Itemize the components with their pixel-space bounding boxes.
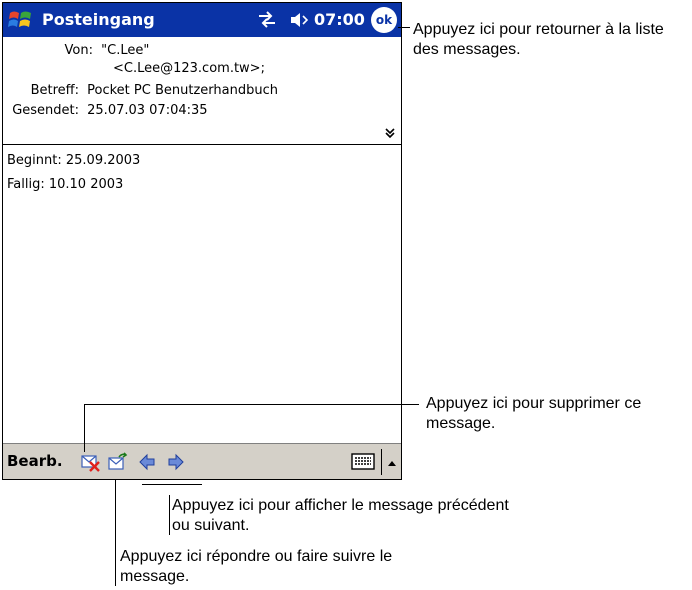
callout-leader-delete (84, 404, 419, 405)
delete-icon[interactable] (81, 452, 101, 472)
ok-button[interactable]: ok (371, 7, 397, 33)
from-row: Von: "C.Lee" (3, 43, 150, 58)
sent-label: Gesendet: (12, 103, 79, 118)
callout-leader-ok (398, 27, 410, 28)
connectivity-icon[interactable] (256, 11, 278, 29)
edit-menu[interactable]: Bearb. (7, 452, 63, 470)
from-address: <C.Lee@123.com.tw>; (113, 61, 265, 76)
app-title: Posteingang (42, 10, 155, 29)
subject-row: Betreff: Pocket PC Benutzerhandbuch (3, 83, 278, 98)
next-message-icon[interactable] (166, 452, 186, 472)
reply-icon[interactable] (108, 452, 128, 472)
body-line: Beginnt: 25.09.2003 (7, 153, 141, 168)
command-bar: Bearb. (3, 443, 401, 479)
callout-prevnext-text: Appuyez ici pour afficher le message pré… (172, 497, 509, 534)
message-body: Beginnt: 25.09.2003 Fallig: 10.10 2003 (7, 149, 140, 197)
sip-menu-arrow-icon[interactable] (386, 454, 398, 466)
subject-value: Pocket PC Benutzerhandbuch (87, 83, 278, 98)
body-line: Fallig: 10.10 2003 (7, 177, 124, 192)
callout-reply-text: Appuyez ici répondre ou faire suivre le … (120, 548, 393, 585)
callout-delete-text: Appuyez ici pour supprimer ce message. (426, 395, 642, 432)
clock[interactable]: 07:00 (314, 10, 365, 29)
callout-leader-reply (115, 480, 116, 586)
sent-row: Gesendet: 25.07.03 07:04:35 (3, 103, 208, 118)
message-header: Von: "C.Lee" <C.Lee@123.com.tw>; Betreff… (3, 37, 401, 145)
pocket-pc-screen: Posteingang 07:00 ok Von: "C.Lee" <C.Lee… (2, 2, 402, 480)
expand-header-icon[interactable] (384, 127, 396, 139)
subject-label: Betreff: (30, 83, 79, 98)
from-name: "C.Lee" (101, 43, 150, 58)
sent-value: 25.07.03 07:04:35 (87, 103, 208, 118)
windows-flag-icon[interactable] (7, 7, 35, 33)
keyboard-icon[interactable] (351, 451, 377, 473)
callout-leader-delete (84, 404, 85, 452)
callout-leader-prevnext (142, 484, 202, 485)
title-bar: Posteingang 07:00 ok (3, 3, 401, 37)
callout-ok-text: Appuyez ici pour retourner à la liste de… (413, 21, 664, 58)
from-label: Von: (64, 43, 93, 58)
previous-message-icon[interactable] (137, 452, 157, 472)
volume-icon[interactable] (289, 11, 311, 29)
sip-divider (381, 449, 382, 475)
callout-leader-prevnext (169, 495, 170, 535)
